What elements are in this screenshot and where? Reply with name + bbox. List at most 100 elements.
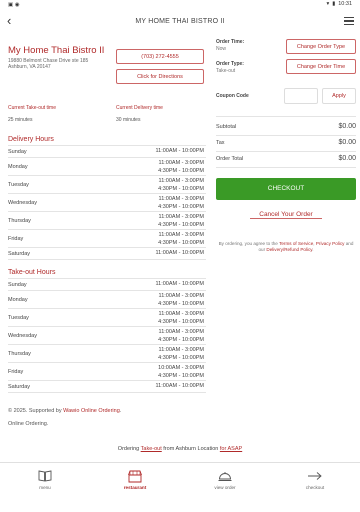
- nav-view-order[interactable]: view order: [195, 469, 255, 490]
- hours-day: Sunday: [8, 149, 27, 155]
- wawio-link[interactable]: Wawio Online Ordering: [63, 408, 120, 414]
- hours-day: Saturday: [8, 384, 31, 390]
- nav-view-order-label: view order: [214, 485, 236, 490]
- coupon-label: Coupon Code: [216, 93, 249, 99]
- change-order-type-button[interactable]: Change Order Type: [286, 39, 356, 54]
- hamburger-menu-icon[interactable]: [344, 17, 354, 27]
- delivery-time-value: 30 minutes: [116, 117, 141, 123]
- nav-menu[interactable]: menu: [15, 469, 75, 490]
- terms-text: By ordering, you agree to the Terms of S…: [216, 241, 356, 253]
- hours-day: Sunday: [8, 282, 27, 288]
- status-right: ▾ ▮ 10:31: [326, 1, 352, 7]
- nav-restaurant[interactable]: restaurant: [105, 469, 165, 490]
- page-title: MY HOME THAI BISTRO II: [135, 18, 225, 25]
- total-row: Order Total $0.00: [216, 152, 356, 168]
- tax-value: $0.00: [338, 139, 356, 146]
- hours-row: Monday 11:00AM - 3:00PM 4:30PM - 10:00PM: [8, 158, 206, 176]
- nav-restaurant-label: restaurant: [123, 485, 147, 490]
- phone-button[interactable]: (703) 272-4555: [116, 49, 204, 64]
- cancel-order-link[interactable]: Cancel Your Order: [250, 211, 322, 219]
- terms-suffix: .: [312, 247, 314, 252]
- hours-times: 11:00AM - 3:00PM 4:30PM - 10:00PM: [158, 311, 204, 325]
- battery-icon: ▮: [332, 1, 336, 7]
- status-bar: ▣ ◉ ▾ ▮ 10:31: [0, 0, 360, 10]
- footer-credit: © 2025. Supported by Wawio Online Orderi…: [8, 408, 121, 414]
- hours-row: Monday 11:00AM - 3:00PM 4:30PM - 10:00PM: [8, 291, 206, 309]
- hours-times: 11:00AM - 3:00PM 4:30PM - 10:00PM: [158, 347, 204, 361]
- change-order-time-button[interactable]: Change Order Time: [286, 59, 356, 74]
- terms-of-service-link[interactable]: Terms of Service: [279, 241, 313, 246]
- nav-checkout-label: checkout: [305, 485, 325, 490]
- subtotal-row: Subtotal $0.00: [216, 120, 356, 136]
- hours-day: Tuesday: [8, 182, 29, 188]
- bottom-nav: menu restaurant view order checkout: [0, 462, 360, 512]
- hours-times: 11:00AM - 10:00PM: [155, 281, 204, 287]
- hours-times: 11:00AM - 3:00PM 4:30PM - 10:00PM: [158, 196, 204, 210]
- wifi-icon: ▾: [326, 1, 330, 7]
- hours-row: Saturday 11:00AM - 10:00PM: [8, 381, 206, 393]
- hours-row: Sunday 11:00AM - 10:00PM: [8, 279, 206, 291]
- hours-row: Tuesday 11:00AM - 3:00PM 4:30PM - 10:00PM: [8, 309, 206, 327]
- ordering-prefix: Ordering: [117, 446, 140, 452]
- hours-day: Monday: [8, 297, 28, 303]
- hours-times: 11:00AM - 10:00PM: [155, 148, 204, 154]
- restaurant-name: My Home Thai Bistro II: [8, 45, 105, 56]
- hours-day: Saturday: [8, 251, 31, 257]
- nav-checkout[interactable]: checkout: [285, 469, 345, 490]
- hours-times: 11:00AM - 10:00PM: [155, 250, 204, 256]
- hours-times: 11:00AM - 3:00PM 4:30PM - 10:00PM: [158, 232, 204, 246]
- subtotal-value: $0.00: [338, 123, 356, 130]
- footer-line2: Online Ordering.: [8, 421, 49, 427]
- status-time: 10:31: [338, 1, 352, 7]
- restaurant-icon: [105, 469, 165, 483]
- hours-row: Thursday 11:00AM - 3:00PM 4:30PM - 10:00P…: [8, 345, 206, 363]
- directions-button[interactable]: Click for Directions: [116, 69, 204, 84]
- hours-day: Monday: [8, 164, 28, 170]
- hours-row: Friday 11:00AM - 3:00PM 4:30PM - 10:00PM: [8, 230, 206, 248]
- menu-book-icon: [15, 469, 75, 483]
- order-time-link[interactable]: for ASAP: [220, 446, 242, 452]
- hours-day: Wednesday: [8, 200, 37, 206]
- hours-row: Wednesday 11:00AM - 3:00PM 4:30PM - 10:00…: [8, 194, 206, 212]
- restaurant-address: 19880 Belmont Chase Drive ste 185 Ashbur…: [8, 58, 88, 70]
- tax-label: Tax: [216, 140, 225, 146]
- hours-times: 10:00AM - 3:00PM 4:30PM - 10:00PM: [158, 365, 204, 379]
- hours-times: 11:00AM - 3:00PM 4:30PM - 10:00PM: [158, 178, 204, 192]
- checkout-button[interactable]: CHECKOUT: [216, 178, 356, 200]
- nav-menu-label: menu: [39, 485, 51, 490]
- privacy-policy-link[interactable]: Privacy Policy: [316, 241, 345, 246]
- takeout-time-label: Current Take-out time: [8, 105, 56, 111]
- total-value: $0.00: [338, 155, 356, 162]
- cloche-icon: [195, 469, 255, 483]
- hours-times: 11:00AM - 10:00PM: [155, 383, 204, 389]
- hours-day: Wednesday: [8, 333, 37, 339]
- terms-prefix: By ordering, you agree to the: [218, 241, 278, 246]
- hours-day: Tuesday: [8, 315, 29, 321]
- takeout-time-value: 25 minutes: [8, 117, 33, 123]
- refund-policy-link[interactable]: Delivery/Refund Policy: [266, 247, 312, 252]
- hours-row: Friday 10:00AM - 3:00PM 4:30PM - 10:00PM: [8, 363, 206, 381]
- divider: [216, 116, 356, 117]
- order-type-link[interactable]: Take-out: [141, 446, 162, 452]
- hours-times: 11:00AM - 3:00PM 4:30PM - 10:00PM: [158, 329, 204, 343]
- hours-row: Sunday 11:00AM - 10:00PM: [8, 146, 206, 158]
- hours-day: Thursday: [8, 351, 31, 357]
- hours-times: 11:00AM - 3:00PM 4:30PM - 10:00PM: [158, 160, 204, 174]
- terms-comma: ,: [313, 241, 315, 246]
- order-time-value: Now: [216, 46, 227, 52]
- coupon-input[interactable]: [284, 88, 318, 104]
- ordering-summary: Ordering Take-out from Ashburn Location …: [0, 446, 360, 452]
- hours-day: Friday: [8, 369, 24, 375]
- hours-row: Saturday 11:00AM - 10:00PM: [8, 248, 206, 260]
- delivery-time-label: Current Delivery time: [116, 105, 163, 111]
- footer-prefix: © 2025. Supported by: [8, 408, 62, 414]
- order-time-label: Order Time:: [216, 39, 245, 45]
- hours-times: 11:00AM - 3:00PM 4:30PM - 10:00PM: [158, 214, 204, 228]
- apply-coupon-button[interactable]: Apply: [322, 88, 356, 104]
- takeout-hours-title: Take-out Hours: [8, 269, 56, 276]
- ordering-middle: from Ashburn Location: [163, 446, 219, 452]
- hours-day: Friday: [8, 236, 24, 242]
- arrow-right-icon: [285, 469, 345, 483]
- order-type-label: Order Type:: [216, 61, 244, 67]
- tax-row: Tax $0.00: [216, 136, 356, 152]
